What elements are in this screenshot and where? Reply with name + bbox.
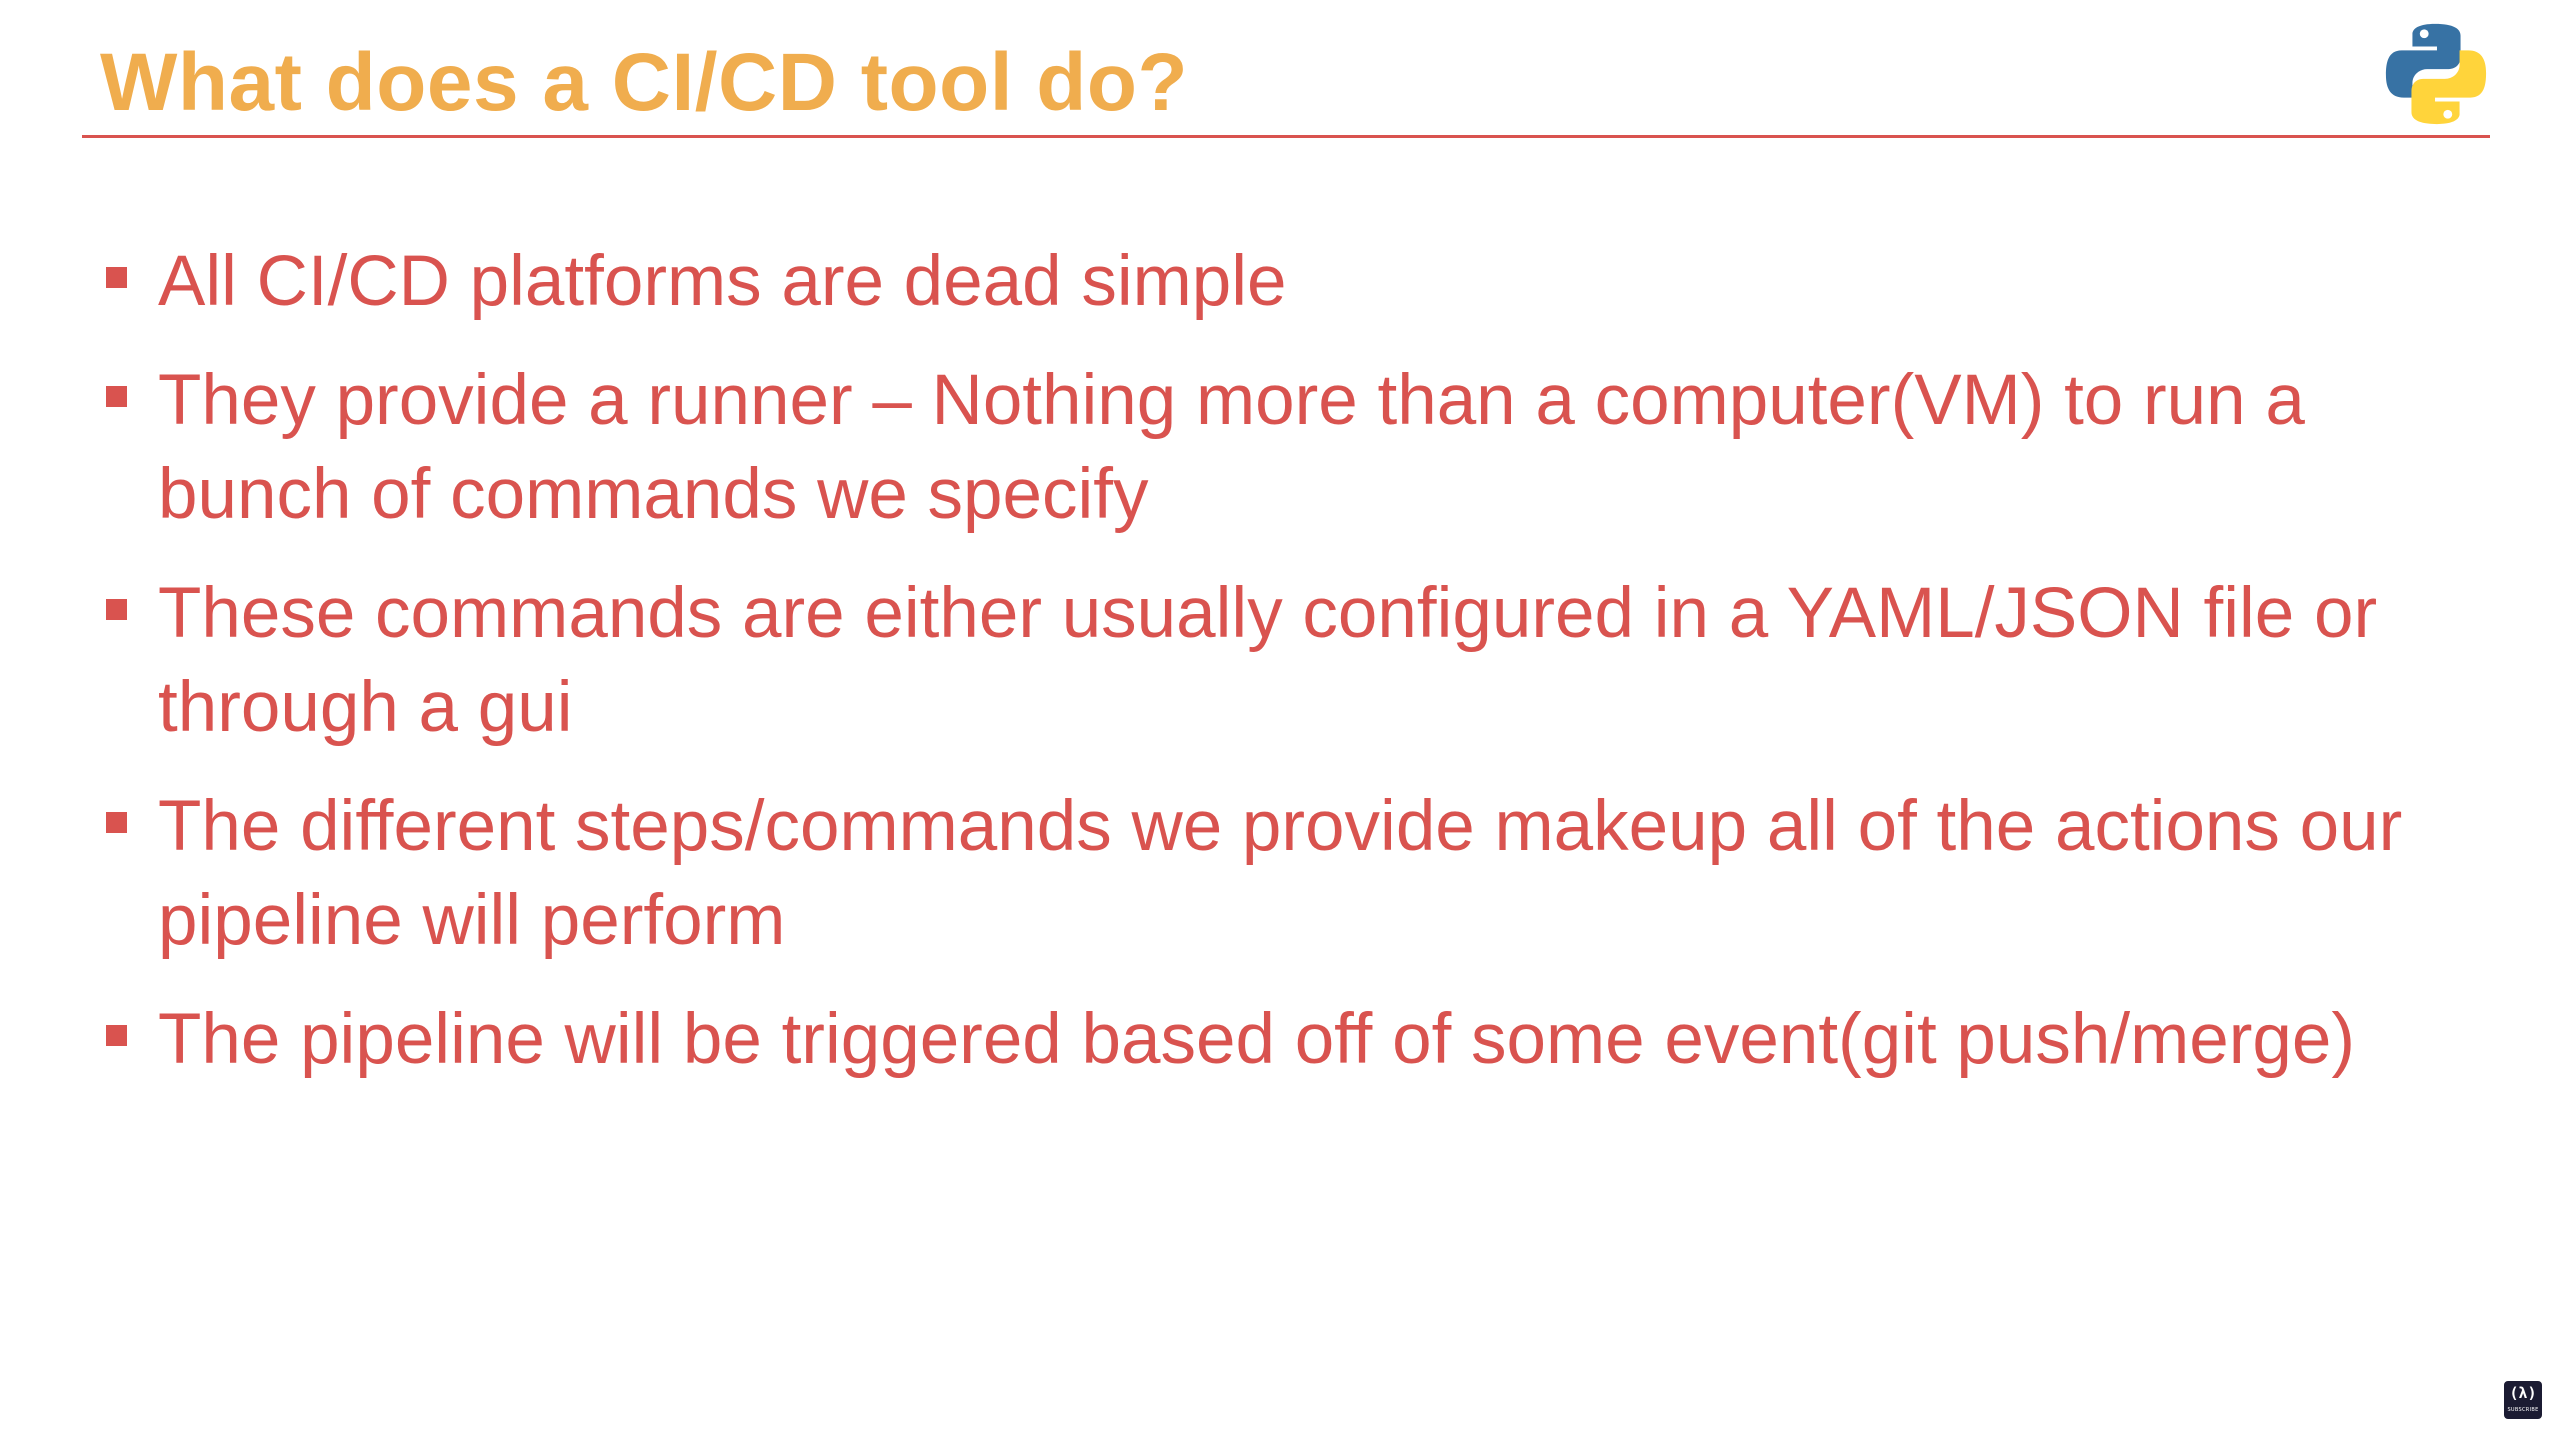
bullet-square-icon (106, 1025, 127, 1046)
bullet-square-icon (106, 599, 127, 620)
python-logo-blue-eye (2419, 29, 2429, 39)
title-divider (82, 135, 2490, 138)
bullet-text: The pipeline will be triggered based off… (158, 1000, 2355, 1079)
bullet-list: All CI/CD platforms are dead simple They… (106, 235, 2486, 1112)
slide: What does a CI/CD tool do? All CI/CD pla… (0, 0, 2560, 1440)
bullet-text: All CI/CD platforms are dead simple (158, 242, 1287, 321)
bullet-item: All CI/CD platforms are dead simple (106, 235, 2486, 329)
bullet-item: The different steps/commands we provide … (106, 780, 2486, 968)
freecodecamp-icon: (λ) (2509, 1384, 2537, 1402)
bullet-square-icon (106, 812, 127, 833)
slide-title: What does a CI/CD tool do? (100, 37, 1189, 128)
python-logo-icon (2385, 23, 2487, 125)
bullet-square-icon (106, 386, 127, 407)
bullet-text: These commands are either usually config… (158, 574, 2378, 747)
bullet-text: The different steps/commands we provide … (158, 787, 2403, 960)
bullet-item: The pipeline will be triggered based off… (106, 993, 2486, 1087)
freecodecamp-subscribe-badge[interactable]: (λ) SUBSCRIBE (2504, 1381, 2542, 1419)
bullet-item: These commands are either usually config… (106, 567, 2486, 755)
bullet-item: They provide a runner – Nothing more tha… (106, 354, 2486, 542)
bullet-square-icon (106, 267, 127, 288)
bullet-text: They provide a runner – Nothing more tha… (158, 361, 2305, 534)
subscribe-label: SUBSCRIBE (2507, 1407, 2539, 1413)
python-logo-yellow-eye (2443, 109, 2453, 119)
